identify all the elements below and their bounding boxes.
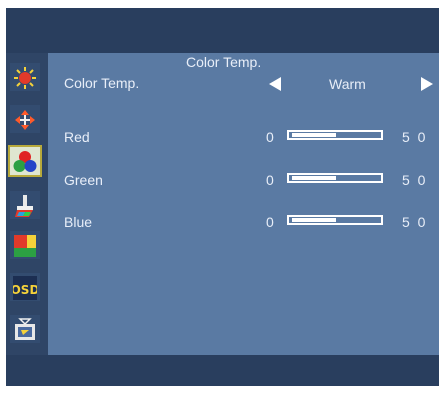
- color-boost-icon: [14, 235, 36, 257]
- extra-icon: [15, 318, 35, 340]
- green-slider[interactable]: [287, 173, 383, 183]
- prev-arrow-icon[interactable]: [269, 77, 281, 91]
- red-label: Red: [64, 129, 90, 145]
- blue-min-value: 0: [266, 214, 274, 230]
- blue-slider-fill: [292, 218, 336, 222]
- brightness-icon: [14, 67, 36, 89]
- osd-menu: OSD Color Temp. Color Temp. Warm Red 0 5…: [6, 8, 439, 386]
- sidebar-item-image-setup[interactable]: [10, 191, 40, 219]
- sidebar-item-brightness[interactable]: [10, 63, 40, 91]
- green-min-value: 0: [266, 172, 274, 188]
- menu-body: OSD Color Temp. Color Temp. Warm Red 0 5…: [6, 53, 439, 355]
- sidebar: OSD: [6, 53, 48, 355]
- next-arrow-icon[interactable]: [421, 77, 433, 91]
- blue-label: Blue: [64, 214, 93, 230]
- color-temp-value: Warm: [329, 76, 366, 92]
- blue-slider[interactable]: [287, 215, 383, 225]
- osd-icon: OSD: [13, 276, 37, 300]
- panel-title: Color Temp.: [186, 54, 262, 70]
- color-icon: [13, 151, 37, 172]
- image-setup-icon: [15, 195, 33, 217]
- sidebar-item-position[interactable]: [10, 105, 40, 133]
- red-slider-fill: [292, 133, 336, 137]
- color-temp-row[interactable]: Color Temp. Warm: [64, 71, 439, 99]
- sidebar-item-color[interactable]: [8, 145, 42, 177]
- blue-row[interactable]: Blue 0 5 0: [64, 210, 439, 238]
- sidebar-item-osd[interactable]: OSD: [10, 273, 40, 301]
- red-min-value: 0: [266, 129, 274, 145]
- green-row[interactable]: Green 0 5 0: [64, 168, 439, 196]
- position-icon: [15, 110, 35, 130]
- blue-value: 5 0: [402, 214, 428, 230]
- green-value: 5 0: [402, 172, 428, 188]
- sidebar-item-extra[interactable]: [10, 315, 40, 343]
- color-temp-label: Color Temp.: [64, 75, 140, 91]
- green-slider-fill: [292, 176, 336, 180]
- svg-text:OSD: OSD: [13, 283, 37, 297]
- red-slider[interactable]: [287, 130, 383, 140]
- red-row[interactable]: Red 0 5 0: [64, 125, 439, 153]
- red-value: 5 0: [402, 129, 428, 145]
- sidebar-item-color-boost[interactable]: [10, 231, 40, 259]
- green-label: Green: [64, 172, 103, 188]
